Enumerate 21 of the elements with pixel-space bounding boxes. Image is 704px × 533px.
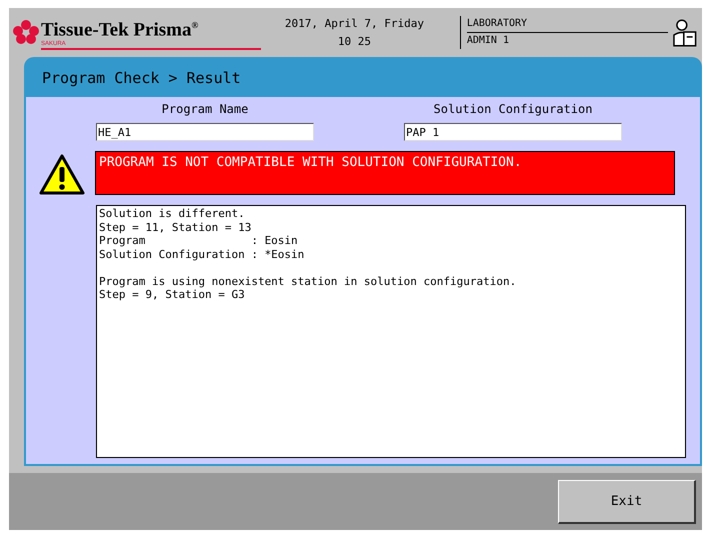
detail-line: Step = 9, Station = G3 bbox=[99, 288, 246, 302]
text-field[interactable]: PAP 1 bbox=[404, 123, 622, 141]
detail-line: Program is using nonexistent station in solution configuration. bbox=[99, 274, 518, 288]
user-icon[interactable] bbox=[672, 18, 698, 48]
location-text: LABORATORY bbox=[466, 16, 668, 33]
time-text: 10 25 bbox=[338, 34, 371, 50]
field-label: Solution Configuration bbox=[434, 101, 592, 117]
detail-line: Program : Eosin bbox=[99, 234, 299, 248]
exit-button[interactable]: Exit bbox=[558, 480, 696, 524]
detail-line: Step = 11, Station = 13 bbox=[99, 220, 252, 234]
detail-line: Solution is different. bbox=[99, 207, 246, 220]
error-banner: PROGRAM IS NOT COMPATIBLE WITH SOLUTION CONFIGURATION. bbox=[95, 151, 675, 195]
detail-line: Solution Configuration : *Eosin bbox=[99, 248, 306, 261]
warning-icon bbox=[39, 153, 85, 195]
brand-name: Tissue-Tek Prisma$^{®}$ bbox=[41, 18, 200, 41]
user-text: ADMIN 1 bbox=[466, 34, 510, 48]
text-field[interactable]: HE_A1 bbox=[96, 123, 314, 141]
panel-title: Program Check > Result bbox=[41, 68, 242, 89]
date-text: 2017, April 7, Friday bbox=[284, 16, 424, 32]
field-label: Program Name bbox=[162, 101, 248, 117]
flower-logo-icon bbox=[11, 19, 41, 46]
